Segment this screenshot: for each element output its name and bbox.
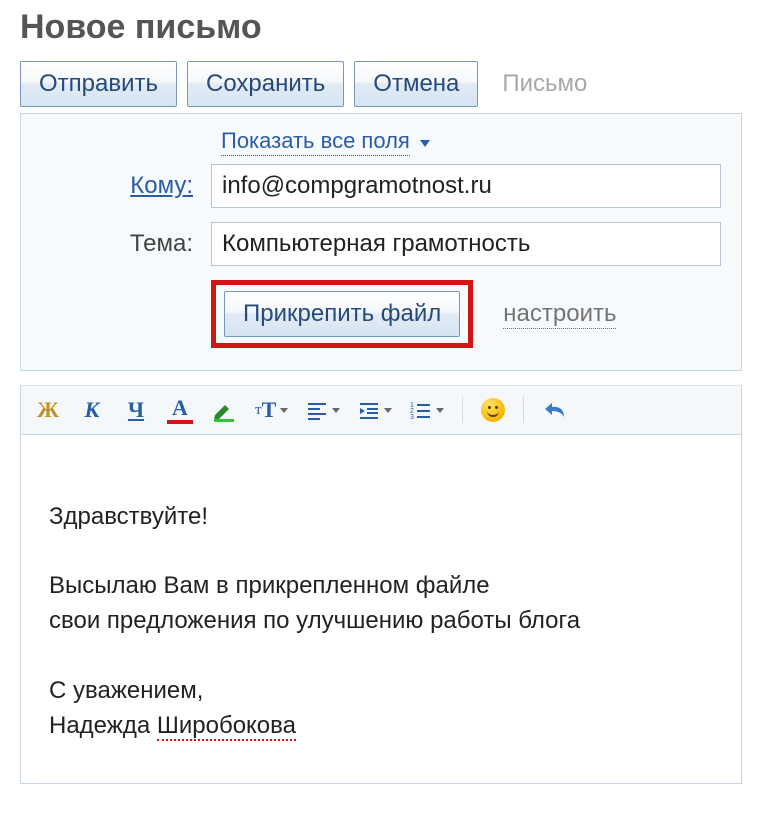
configure-link[interactable]: настроить [503, 300, 616, 329]
align-button[interactable] [306, 400, 340, 420]
emoji-icon[interactable] [481, 398, 505, 422]
separator [462, 397, 463, 423]
italic-icon[interactable]: К [79, 396, 105, 424]
undo-icon[interactable] [542, 399, 568, 421]
editor-toolbar: Ж К Ч А тТ [20, 385, 742, 435]
save-button[interactable]: Сохранить [187, 61, 344, 107]
chevron-down-icon [384, 408, 392, 413]
body-sign2-first: Надежда [49, 712, 157, 739]
body-sign2-last: Широбокова [157, 712, 296, 741]
cancel-button[interactable]: Отмена [354, 61, 478, 107]
separator [523, 397, 524, 423]
body-paragraph: Высылаю Вам в прикрепленном файле свои п… [49, 572, 580, 634]
attach-highlight: Прикрепить файл [211, 280, 473, 348]
show-all-fields-link[interactable]: Показать все поля [221, 128, 430, 154]
font-size-button[interactable]: тТ [255, 397, 288, 423]
tab-letter[interactable]: Письмо [488, 61, 601, 107]
chevron-down-icon [280, 408, 288, 413]
svg-text:3: 3 [410, 414, 414, 420]
attach-file-button[interactable]: Прикрепить файл [224, 291, 460, 337]
font-color-icon[interactable]: А [167, 396, 193, 424]
message-body[interactable]: Здравствуйте! Высылаю Вам в прикрепленно… [20, 435, 742, 784]
body-greeting: Здравствуйте! [49, 503, 208, 530]
chevron-down-icon [332, 408, 340, 413]
subject-label: Тема: [41, 230, 211, 258]
send-button[interactable]: Отправить [20, 61, 177, 107]
compose-form: Показать все поля Кому: Тема: Прикрепить… [20, 113, 742, 371]
list-button[interactable]: 1 2 3 [410, 400, 444, 420]
indent-button[interactable] [358, 400, 392, 420]
chevron-down-icon [420, 140, 430, 147]
bold-icon[interactable]: Ж [35, 396, 61, 424]
to-input[interactable] [211, 164, 721, 208]
highlight-color-icon[interactable] [211, 396, 237, 424]
underline-icon[interactable]: Ч [123, 396, 149, 424]
page-title: Новое письмо [20, 8, 742, 47]
chevron-down-icon [436, 408, 444, 413]
to-label[interactable]: Кому: [41, 172, 211, 200]
subject-input[interactable] [211, 222, 721, 266]
body-sign1: С уважением, [49, 677, 203, 704]
main-toolbar: Отправить Сохранить Отмена Письмо [20, 61, 742, 107]
